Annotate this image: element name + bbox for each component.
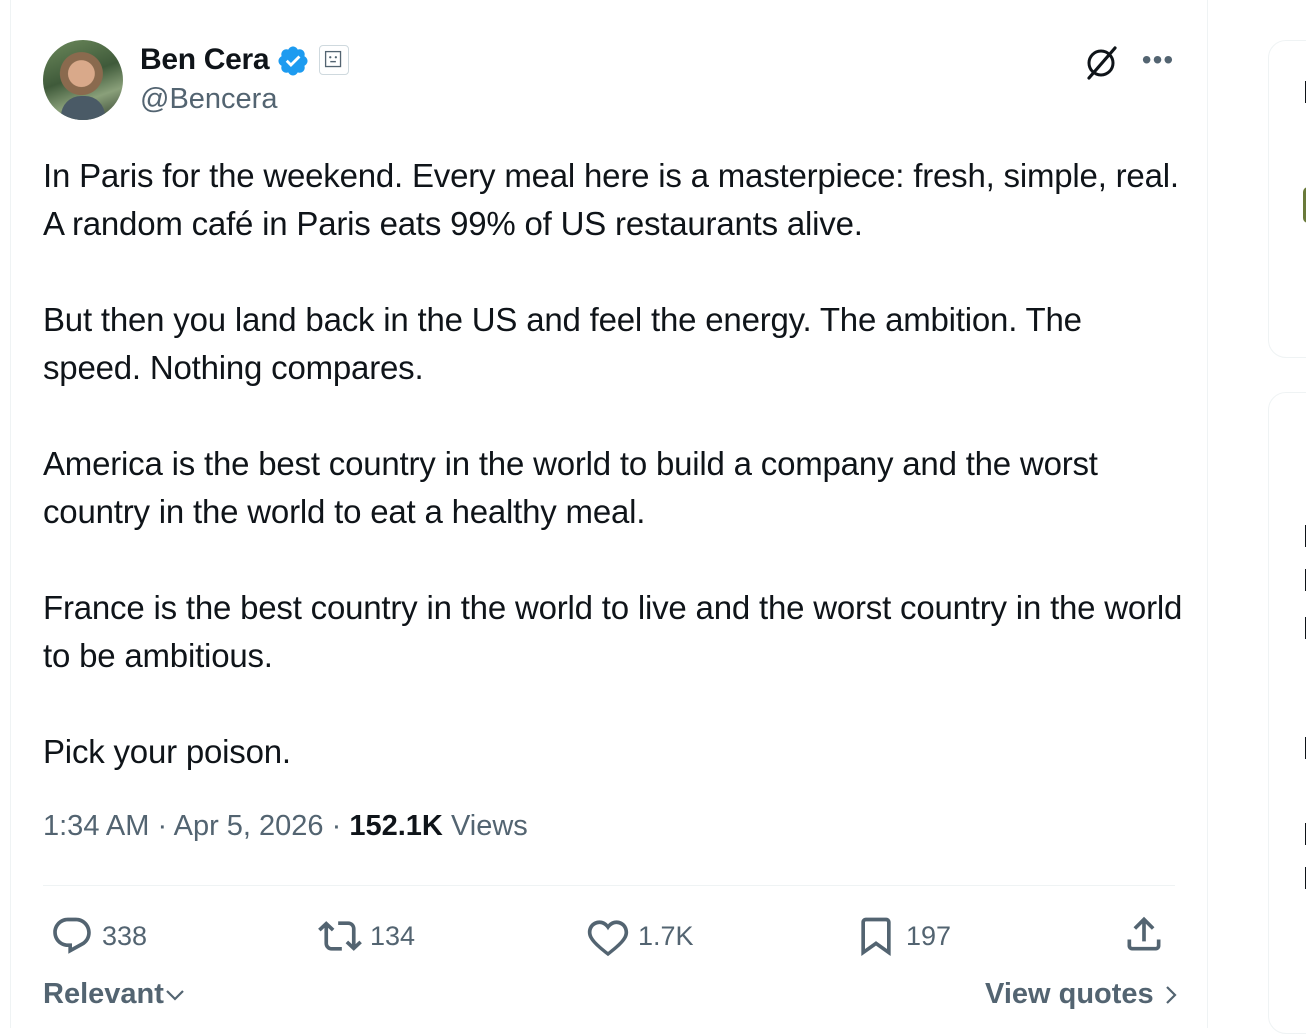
- reply-count: 338: [102, 920, 148, 951]
- meta-separator: ·: [331, 810, 342, 842]
- reply-icon: [53, 917, 91, 954]
- bookmark-count: 197: [906, 920, 952, 951]
- chevron-down-icon: [166, 990, 184, 1001]
- view-quotes-label: View quotes: [985, 978, 1154, 1010]
- sort-label: Relevant: [43, 978, 164, 1010]
- tweet-metadata: 1:34 AM · Apr 5, 2026 · 152.1K Views: [43, 810, 528, 843]
- heart-icon: [587, 920, 629, 957]
- sidebar-card: [1268, 392, 1306, 1034]
- tweet-paragraph: In Paris for the weekend. Every meal her…: [43, 157, 1179, 242]
- author-handle[interactable]: @Bencera: [140, 83, 277, 116]
- view-quotes-link[interactable]: View quotes: [985, 978, 1180, 1011]
- tweet-paragraph: America is the best country in the world…: [43, 445, 1098, 530]
- grok-icon[interactable]: [1081, 42, 1121, 82]
- chevron-right-icon: [1165, 986, 1177, 1004]
- more-options-icon[interactable]: •••: [1138, 44, 1178, 76]
- author-display-name[interactable]: Ben Cera: [140, 43, 270, 77]
- repost-icon: [318, 921, 362, 951]
- sort-replies-dropdown[interactable]: Relevant: [43, 978, 186, 1011]
- bookmark-icon: [861, 917, 891, 957]
- bookmark-button[interactable]: 197: [854, 912, 951, 960]
- meta-separator: ·: [157, 810, 168, 842]
- author-avatar[interactable]: [43, 40, 123, 120]
- affiliate-badge-icon[interactable]: [319, 45, 349, 75]
- tweet-paragraph: Pick your poison.: [43, 733, 291, 770]
- share-icon[interactable]: [1122, 912, 1166, 956]
- views-count: 152.1K: [349, 810, 443, 842]
- like-button[interactable]: 1.7K: [586, 912, 694, 960]
- verified-badge-icon[interactable]: [276, 44, 310, 78]
- repost-button[interactable]: 134: [318, 912, 415, 960]
- repost-count: 134: [370, 920, 416, 951]
- tweet-paragraph: France is the best country in the world …: [43, 589, 1183, 674]
- tweet-time[interactable]: 1:34 AM: [43, 810, 149, 842]
- reply-button[interactable]: 338: [50, 912, 147, 960]
- like-count: 1.7K: [638, 920, 694, 951]
- views-label: Views: [450, 810, 528, 842]
- tweet-text: In Paris for the weekend. Every meal her…: [43, 152, 1183, 776]
- tweet-paragraph: But then you land back in the US and fee…: [43, 301, 1082, 386]
- divider: [43, 885, 1175, 886]
- tweet-date[interactable]: Apr 5, 2026: [174, 810, 324, 842]
- sidebar-card: [1268, 40, 1306, 358]
